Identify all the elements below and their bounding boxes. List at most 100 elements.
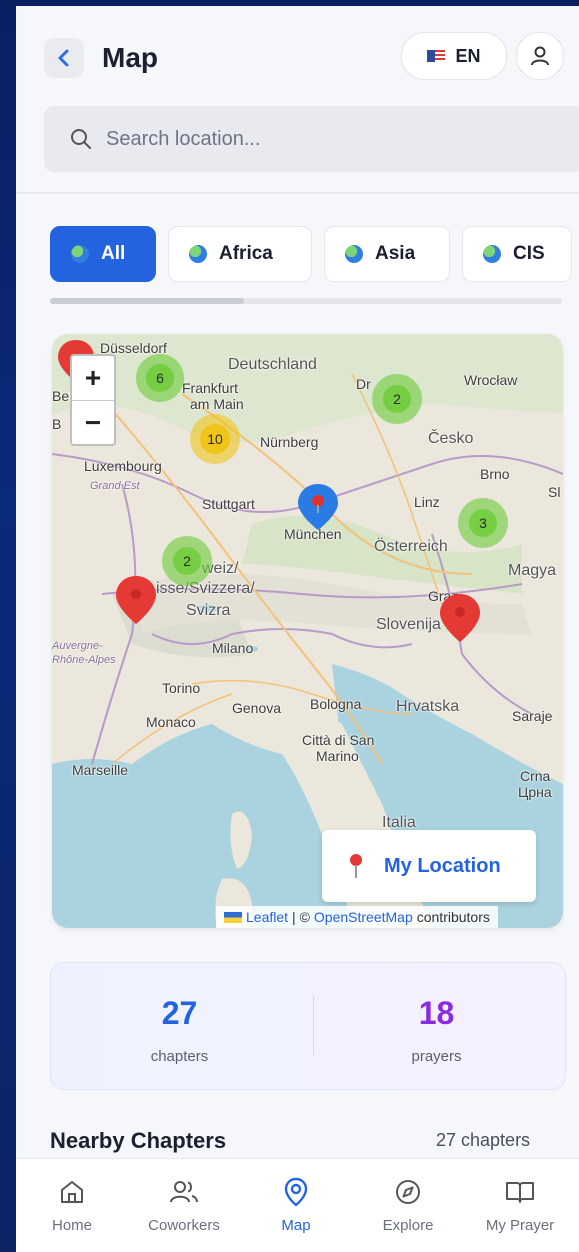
cluster-count: 3 [469, 509, 497, 537]
cluster-marker[interactable]: 3 [458, 498, 508, 548]
filter-chip-asia[interactable]: Asia [324, 226, 450, 282]
cluster-count: 10 [200, 424, 230, 454]
language-selector[interactable]: EN [401, 32, 507, 80]
nav-label: My Prayer [485, 1217, 555, 1234]
chevron-left-icon [58, 49, 69, 67]
nearby-chapters-count: 27 chapters [436, 1130, 531, 1150]
bottom-navigation: Home Coworkers Map Explore My Prayer [16, 1158, 579, 1252]
map-label: Milano [212, 640, 254, 656]
my-location-label: My Location [384, 854, 501, 877]
map-label: Црна [518, 784, 552, 800]
globe-icon [71, 245, 89, 263]
cluster-marker[interactable]: 2 [162, 536, 212, 586]
region-filter-bar: All Africa Asia CIS [50, 226, 579, 284]
chapter-marker[interactable] [438, 592, 482, 644]
filter-chip-cis[interactable]: CIS [462, 226, 572, 282]
prayers-stat: 18 prayers [308, 963, 565, 1089]
current-location-marker[interactable] [296, 482, 340, 532]
map-label: isse/Svizzera/ [156, 580, 255, 597]
map-label: Frankfurt [182, 380, 239, 396]
globe-icon [345, 245, 363, 263]
prayers-count: 18 [418, 995, 455, 1031]
header-divider [16, 192, 579, 194]
chips-scroll-thumb[interactable] [50, 298, 244, 304]
map-label: Österreich [374, 538, 448, 555]
compass-icon [396, 1180, 420, 1204]
map-label: Luxembourg [84, 458, 162, 474]
map-label: Rhône-Alpes [52, 654, 116, 666]
leaflet-link[interactable]: Leaflet [246, 909, 288, 925]
nav-item-my-prayer[interactable]: My Prayer [464, 1159, 576, 1252]
nav-item-coworkers[interactable]: Coworkers [128, 1159, 240, 1252]
filter-chip-africa[interactable]: Africa [168, 226, 312, 282]
map-label: Genova [232, 700, 282, 716]
book-icon [506, 1182, 534, 1203]
profile-button[interactable] [516, 32, 564, 80]
map-view[interactable]: Düsseldorf Deutschland Frankfurt am Main… [52, 334, 563, 928]
map-label: Stuttgart [202, 496, 255, 512]
us-flag-icon [427, 50, 446, 62]
globe-icon [189, 245, 207, 263]
back-button[interactable] [44, 38, 84, 78]
map-label: Auvergne- [52, 640, 103, 652]
search-icon [71, 129, 91, 149]
language-label: EN [455, 45, 481, 66]
map-label: Sl [548, 484, 561, 500]
map-label: Marino [316, 748, 359, 764]
header: Map EN [16, 6, 579, 106]
filter-chip-label: Africa [219, 243, 273, 264]
stats-card: 27 chapters 18 prayers [50, 962, 566, 1090]
map-label: Bologna [310, 696, 362, 712]
nav-item-explore[interactable]: Explore [352, 1159, 464, 1252]
map-label: Svizra [186, 602, 231, 619]
filter-chip-label: All [101, 243, 126, 264]
map-label: Torino [162, 680, 201, 696]
nav-label: Map [281, 1217, 311, 1234]
cluster-marker[interactable]: 6 [136, 354, 184, 402]
users-icon [170, 1181, 198, 1203]
chapter-marker[interactable] [114, 574, 158, 626]
map-label: B [52, 416, 62, 432]
nearby-chapters-title: Nearby Chapters [50, 1128, 227, 1153]
nav-label: Home [51, 1217, 92, 1234]
zoom-in-button[interactable]: + [72, 356, 114, 401]
app-screen: Map EN All Africa Asia CIS [16, 6, 579, 1252]
filter-chip-label: Asia [375, 243, 416, 264]
filter-chip-all[interactable]: All [50, 226, 156, 282]
chapters-count: 27 [161, 995, 198, 1031]
prayers-label: prayers [411, 1048, 462, 1065]
cluster-count: 2 [173, 547, 201, 575]
nav-label: Coworkers [148, 1217, 220, 1234]
map-label: Wrocław [464, 372, 518, 388]
map-label: Monaco [146, 714, 196, 730]
search-bar[interactable] [44, 106, 579, 172]
map-label: Magya [508, 562, 557, 579]
nav-item-home[interactable]: Home [16, 1159, 128, 1252]
cluster-count: 2 [383, 385, 411, 413]
home-icon [61, 1181, 83, 1203]
map-label: Marseille [72, 762, 129, 778]
map-label: Dr [356, 376, 371, 392]
osm-link[interactable]: OpenStreetMap [314, 909, 413, 925]
map-label: Linz [414, 494, 440, 510]
map-label: Città di San [302, 732, 375, 748]
map-pin-icon [350, 854, 362, 878]
zoom-out-button[interactable]: − [72, 401, 114, 445]
map-label: Česko [428, 430, 474, 447]
map-attribution: Leaflet | © OpenStreetMap contributors [216, 906, 498, 928]
map-label: Nürnberg [260, 434, 319, 450]
map-label: Saraje [512, 708, 553, 724]
map-label: Slovenija [376, 616, 441, 633]
search-input[interactable] [104, 126, 528, 152]
nav-item-map[interactable]: Map [240, 1159, 352, 1252]
chapters-stat: 27 chapters [51, 963, 308, 1089]
cluster-marker[interactable]: 2 [372, 374, 422, 424]
map-label: am Main [190, 396, 244, 412]
map-label: Hrvatska [396, 698, 460, 715]
ukraine-flag-icon [224, 911, 242, 923]
cluster-marker[interactable]: 10 [190, 414, 240, 464]
map-label: Brno [480, 466, 510, 482]
map-label: Deutschland [228, 356, 317, 373]
nav-label: Explore [382, 1217, 434, 1234]
my-location-button[interactable]: My Location [322, 830, 536, 902]
